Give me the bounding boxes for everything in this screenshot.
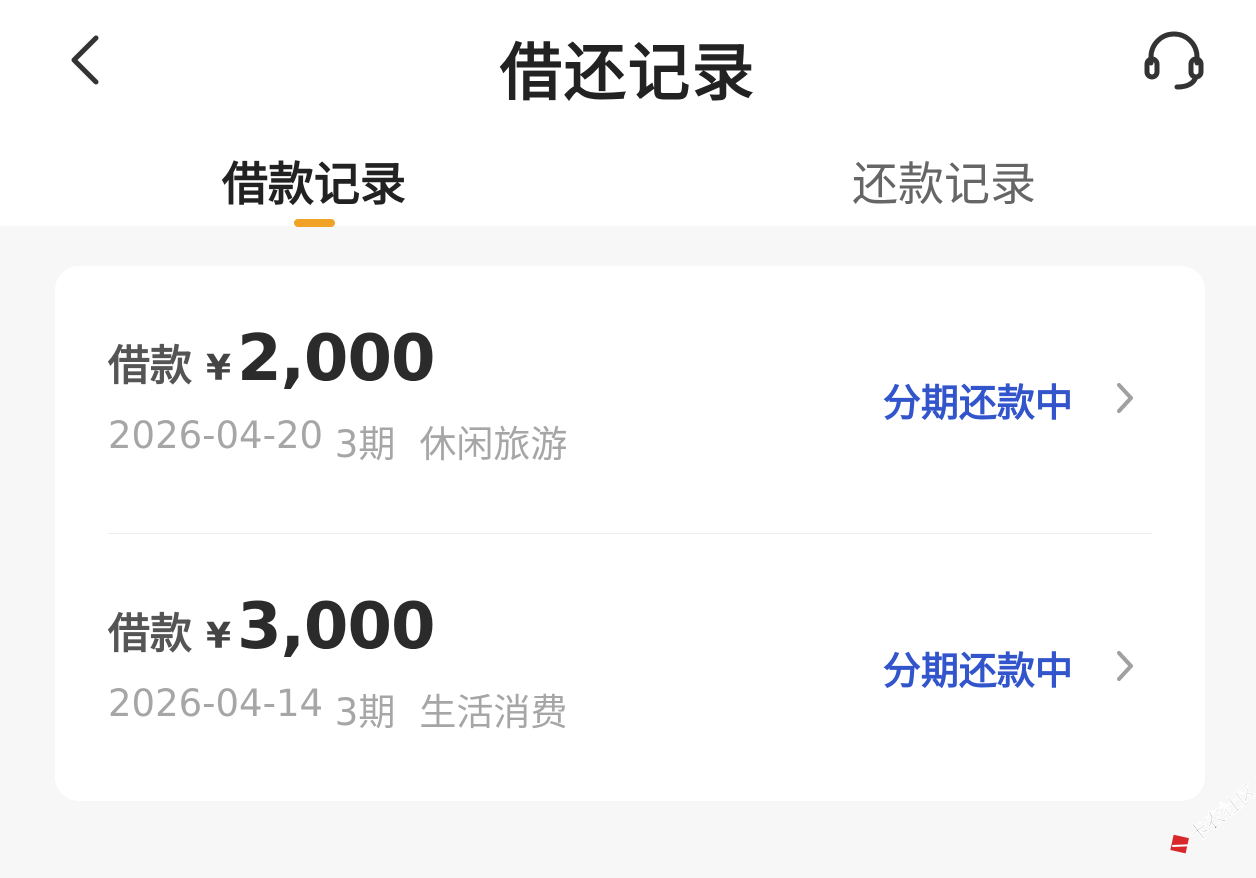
chevron-right-icon <box>1110 646 1140 686</box>
tab-label: 借款记录 <box>222 157 406 211</box>
currency-symbol: ¥ <box>206 348 232 389</box>
tab-repay-records[interactable]: 还款记录 <box>844 148 1044 211</box>
loan-amount: 3,000 <box>237 590 435 664</box>
loan-status: 分期还款中 <box>883 381 1074 425</box>
tab-borrow-records[interactable]: 借款记录 <box>214 148 414 211</box>
loan-periods: 3期 <box>334 691 396 734</box>
page-title: 借还记录 <box>499 36 756 109</box>
active-tab-indicator <box>294 219 335 227</box>
loan-amount: 2,000 <box>237 322 435 396</box>
chevron-right-icon <box>1110 378 1140 418</box>
headset-icon <box>1144 31 1204 90</box>
records-card: 借款 ¥ 2,000 2026-04-20 3期 休闲旅游 分期还款中 借款 ¥… <box>55 266 1205 801</box>
loan-status: 分期还款中 <box>883 649 1074 693</box>
loan-meta: 2026-04-20 3期 休闲旅游 <box>108 414 567 468</box>
loan-label: 借款 <box>108 341 193 390</box>
watermark-text: 卡农社区 <box>1184 779 1256 847</box>
loan-date: 2026-04-20 <box>108 414 324 457</box>
amount-line: 借款 ¥ 2,000 <box>108 322 436 396</box>
loan-purpose: 生活消费 <box>419 691 568 734</box>
loan-periods: 3期 <box>334 423 396 466</box>
header-bar: 借还记录 借款记录 还款记录 <box>0 0 1256 227</box>
community-watermark: 卡农社区 <box>1150 770 1256 874</box>
loan-purpose: 休闲旅游 <box>419 423 568 466</box>
loan-date: 2026-04-14 <box>108 682 324 725</box>
customer-service-button[interactable] <box>1138 28 1210 92</box>
loan-record-item[interactable]: 借款 ¥ 3,000 2026-04-14 3期 生活消费 分期还款中 <box>55 534 1205 801</box>
amount-line: 借款 ¥ 3,000 <box>108 590 436 664</box>
currency-symbol: ¥ <box>206 616 232 657</box>
loan-meta: 2026-04-14 3期 生活消费 <box>108 682 567 736</box>
loan-record-item[interactable]: 借款 ¥ 2,000 2026-04-20 3期 休闲旅游 分期还款中 <box>55 266 1205 533</box>
loan-label: 借款 <box>108 609 193 658</box>
tab-label: 还款记录 <box>852 157 1036 211</box>
